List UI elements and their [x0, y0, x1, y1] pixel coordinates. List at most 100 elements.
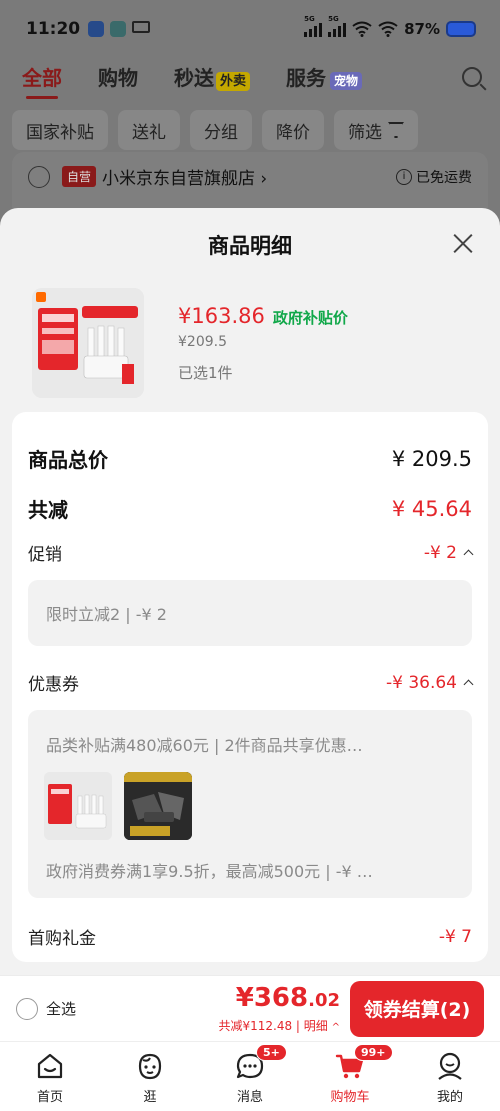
signal-icon: 5G	[328, 15, 347, 37]
tab-service-label: 服务	[286, 66, 327, 90]
checkout-button[interactable]: 领券结算(2)	[350, 980, 484, 1037]
promo-detail-box: 限时立减2 | -¥ 2	[28, 580, 472, 646]
total-price-value: ¥ 209.5	[391, 446, 472, 471]
total-decimal: .02	[308, 989, 340, 1011]
coupon-detail-box: 品类补贴满480减60元 | 2件商品共享优惠… 政府消费券满1享9.5折，最高…	[28, 710, 472, 898]
app-notification-icon	[110, 21, 127, 37]
filter-group[interactable]: 分组	[190, 110, 252, 150]
filter-gift[interactable]: 送礼	[118, 110, 180, 150]
selected-count: 已选1件	[178, 364, 233, 382]
home-icon	[37, 1053, 63, 1079]
pet-tag: 宠物	[330, 72, 363, 90]
total-reduce-value: ¥ 45.64	[391, 496, 472, 521]
coupon-line-1: 品类补贴满480减60元 | 2件商品共享优惠…	[46, 736, 363, 755]
tab-home[interactable]: 首页	[0, 1042, 100, 1111]
product-summary: ¥163.86 政府补贴价 ¥209.5 已选1件	[32, 288, 480, 398]
total-price-row: 商品总价 ¥ 209.5	[28, 444, 472, 473]
shop-select-radio[interactable]	[28, 165, 50, 188]
total-reduce-label: 共减	[28, 498, 68, 522]
first-gift-label: 首购礼金	[28, 929, 96, 949]
chevron-up-icon	[463, 679, 474, 690]
caret-up-icon: ^	[331, 1021, 340, 1033]
first-gift-row: 首购礼金 -¥ 7	[28, 924, 472, 950]
coupon-product-images	[28, 772, 472, 840]
total-summary[interactable]: ¥368.02 共减¥112.48 | 明细 ^	[218, 984, 340, 1034]
total-saved-detail[interactable]: 共减¥112.48 | 明细 ^	[218, 1017, 340, 1034]
browse-face-icon	[138, 1053, 162, 1080]
profile-icon	[438, 1052, 462, 1080]
tab-service[interactable]: 服务 宠物	[286, 62, 363, 91]
wifi-icon	[352, 21, 372, 37]
original-price: ¥209.5	[178, 334, 227, 350]
category-tabs: 全部 购物 秒送 外卖 服务 宠物	[22, 62, 482, 99]
router-image	[32, 288, 144, 398]
filter-price-drop[interactable]: 降价	[262, 110, 324, 150]
close-icon[interactable]	[452, 232, 474, 254]
select-all-radio[interactable]	[16, 997, 38, 1020]
tab-shopping[interactable]: 购物	[98, 62, 138, 91]
price-detail-card: 商品总价 ¥ 209.5 共减 ¥ 45.64 促销 -¥ 2 限时立减2 | …	[12, 412, 488, 962]
battery-icon	[446, 21, 476, 37]
total-integer: 368	[253, 982, 309, 1013]
promo-row[interactable]: 促销 -¥ 2	[28, 540, 474, 565]
first-gift-value: -¥ 7	[438, 926, 472, 947]
cart-badge: 99+	[354, 1044, 393, 1061]
tab-express[interactable]: 秒送 外卖	[174, 62, 251, 91]
tab-browse[interactable]: 逛	[100, 1042, 200, 1111]
coupon-row[interactable]: 优惠券 -¥ 36.64	[28, 670, 474, 695]
search-icon[interactable]	[462, 66, 482, 87]
tab-me[interactable]: 我的	[400, 1042, 500, 1111]
app-notification-icon	[132, 21, 151, 33]
promo-label: 促销	[28, 545, 62, 565]
tab-express-label: 秒送	[174, 66, 214, 90]
status-bar: 11:20 5G 5G 87%	[0, 0, 500, 58]
filter-button[interactable]: 筛选	[334, 110, 418, 150]
promo-value: -¥ 2	[424, 543, 474, 563]
status-indicators: 5G 5G 87%	[304, 15, 476, 38]
checkout-bar: 全选 ¥368.02 共减¥112.48 | 明细 ^ 领券结算(2)	[0, 975, 500, 1041]
coupon-product-router[interactable]	[44, 772, 112, 840]
takeout-tag: 外卖	[216, 72, 251, 91]
filter-label: 筛选	[348, 122, 382, 143]
sheet-title: 商品明细	[208, 234, 292, 258]
coupon-label: 优惠券	[28, 675, 79, 695]
subsidy-price: ¥163.86	[178, 304, 265, 328]
chevron-up-icon	[463, 549, 474, 560]
shop-name[interactable]: 小米京东自营旗舰店 ›	[102, 164, 267, 189]
funnel-icon	[388, 122, 404, 138]
tab-all[interactable]: 全部	[22, 62, 62, 99]
saved-label: 共减¥112.48 | 明细	[218, 1018, 328, 1033]
battery-percent: 87%	[404, 20, 440, 38]
filter-chips: 国家补贴 送礼 分组 降价 筛选	[12, 110, 418, 150]
self-operated-badge: 自营	[62, 166, 97, 187]
total-reduce-row: 共减 ¥ 45.64	[28, 494, 472, 523]
app-notification-icon	[88, 21, 105, 37]
wifi-icon	[378, 21, 398, 37]
bottom-tabbar: 首页 逛 消息 5+ 购物车 99+ 我的	[0, 1041, 500, 1111]
total-price: ¥368.02	[218, 984, 340, 1015]
coupon-product-car-mat[interactable]	[124, 772, 192, 840]
tab-me-label: 我的	[436, 1090, 463, 1105]
notification-icons	[88, 21, 151, 37]
tab-messages-label: 消息	[236, 1090, 263, 1105]
product-info: ¥163.86 政府补贴价 ¥209.5 已选1件	[178, 288, 348, 398]
coupon-value: -¥ 36.64	[385, 672, 474, 693]
gov-subsidy-tag: 政府补贴价	[272, 309, 348, 327]
select-all[interactable]: 全选	[16, 997, 77, 1020]
coupon-line-2: 政府消费券满1享9.5折，最高减500元 | -¥ …	[46, 862, 373, 881]
info-icon: i	[396, 168, 412, 185]
select-all-label: 全选	[46, 1000, 77, 1018]
tab-cart[interactable]: 购物车 99+	[300, 1042, 400, 1111]
message-badge: 5+	[256, 1044, 287, 1061]
tab-messages[interactable]: 消息 5+	[200, 1042, 300, 1111]
filter-national-subsidy[interactable]: 国家补贴	[12, 110, 108, 150]
promo-item: 限时立减2 | -¥ 2	[46, 605, 167, 624]
coupon-amount: -¥ 36.64	[385, 672, 457, 693]
product-thumbnail[interactable]	[32, 288, 144, 398]
free-shipping-label: 已免运费	[416, 169, 472, 186]
tab-browse-label: 逛	[143, 1090, 157, 1105]
tab-cart-label: 购物车	[330, 1090, 370, 1105]
signal-icon: 5G	[304, 15, 323, 37]
total-price-label: 商品总价	[28, 448, 108, 472]
currency-symbol: ¥	[235, 982, 254, 1013]
